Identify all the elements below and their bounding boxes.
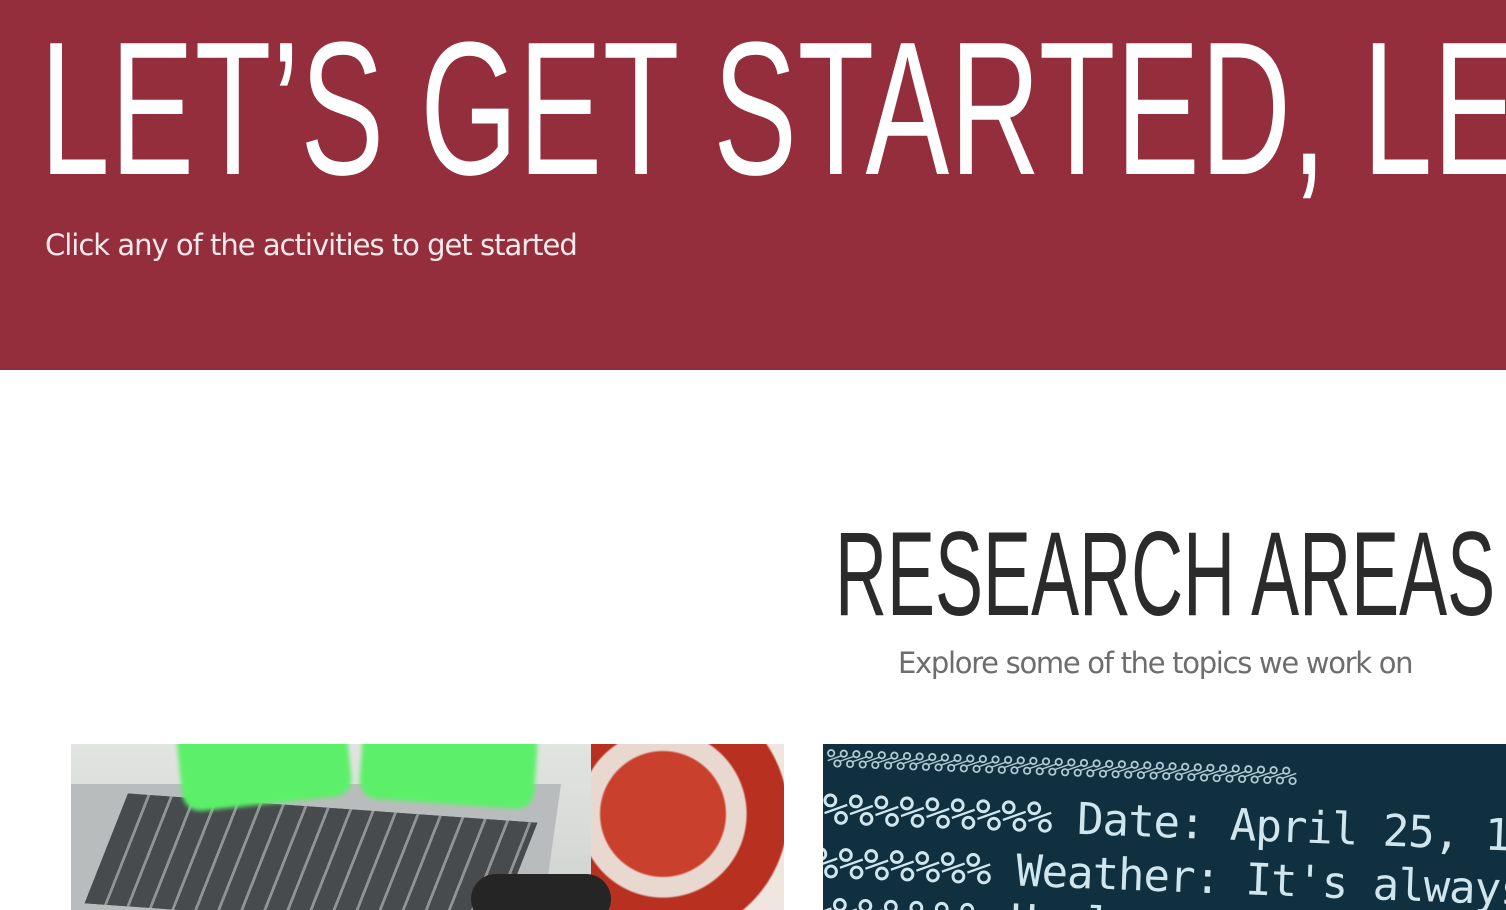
hero-banner: LET’S GET STARTED, LEA Click any of the …: [0, 0, 1506, 370]
research-areas-subtitle: Explore some of the topics we work on: [898, 646, 1414, 680]
terminal-line: %%%%%%%%%%%%%%%%%%%%%%%%%%%%%%%%%%%%%: [825, 744, 1295, 793]
research-card-laptop[interactable]: [71, 744, 784, 910]
red-cloth-background: [591, 744, 784, 910]
hero-subtitle: Click any of the activities to get start…: [45, 228, 578, 262]
research-card-terminal[interactable]: %%%%%%%%%%%%%%%%%%%%%%%%%%%%%%%%%%%%% %%…: [823, 744, 1506, 910]
research-areas-title: RESEARCH AREAS: [835, 507, 1496, 641]
dark-object: [471, 874, 611, 910]
hero-title: LET’S GET STARTED, LEA: [40, 3, 1506, 215]
terminal-screen-photo: %%%%%%%%%%%%%%%%%%%%%%%%%%%%%%%%%%%%% %%…: [823, 744, 1506, 910]
